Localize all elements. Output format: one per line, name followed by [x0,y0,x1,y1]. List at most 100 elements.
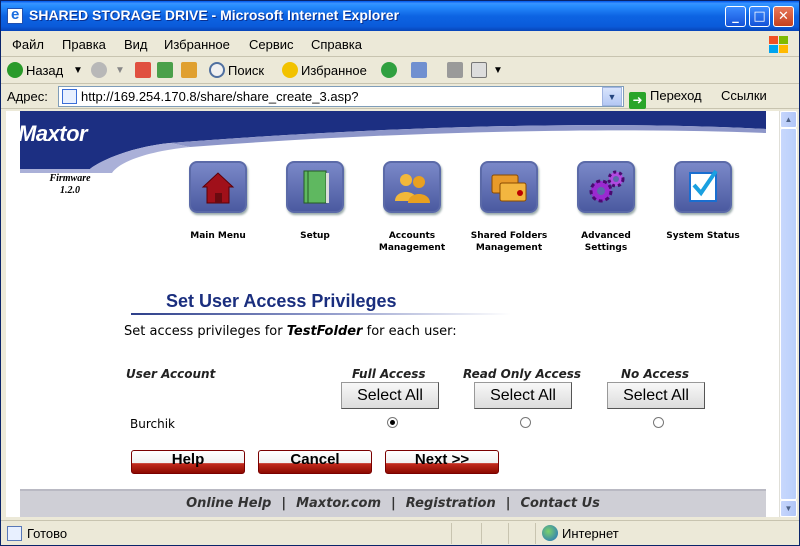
back-dropdown-icon[interactable]: ▼ [73,62,83,80]
go-button[interactable]: ➜ Переход [629,88,702,109]
desc-suffix: for each user: [366,324,457,339]
nav-advanced-settings[interactable]: Advanced Settings [566,161,646,254]
status-text: Готово [27,526,68,541]
address-dropdown-icon[interactable]: ▼ [602,87,622,106]
address-input[interactable]: http://169.254.170.8/share/share_create_… [58,86,624,107]
close-button[interactable]: ✕ [773,6,794,27]
search-button[interactable]: Поиск [209,62,264,80]
select-all-full-access-button[interactable]: Select All [341,382,439,409]
ie-icon [7,6,23,24]
footer-separator: | [505,496,511,511]
minimize-button[interactable]: _ [725,6,746,27]
registration-link[interactable]: Registration [406,496,496,511]
menu-favorites[interactable]: Избранное [164,37,230,52]
print-icon [447,62,463,78]
menu-file[interactable]: Файл [12,37,44,52]
menu-view[interactable]: Вид [124,37,148,52]
nav-setup[interactable]: Setup [275,161,355,242]
page-title: Set User Access Privileges [166,291,397,311]
no-access-radio[interactable] [653,417,664,428]
edit-dropdown-icon[interactable]: ▼ [493,62,503,80]
status-divider [508,523,509,544]
menu-tools[interactable]: Сервис [249,37,294,52]
footer-separator: | [391,496,396,511]
status-divider [451,523,452,544]
maxtor-logo: Maxtor [18,121,88,146]
folders-icon [480,161,538,213]
print-button[interactable] [447,62,466,80]
back-arrow-icon [7,62,23,78]
globe-icon [542,525,558,541]
go-label: Переход [650,88,702,103]
users-icon [383,161,441,213]
next-button[interactable]: Next >> [385,450,499,474]
toolbar: Назад ▼ ▼ Поиск Избранное ▼ [1,58,799,84]
forward-dropdown-icon[interactable]: ▼ [115,62,125,80]
nav-label: Advanced Settings [581,231,631,253]
window-title: SHARED STORAGE DRIVE - Microsoft Interne… [29,7,400,23]
home-button[interactable] [181,62,200,80]
status-bar: Готово Интернет [1,520,799,545]
select-all-read-only-button[interactable]: Select All [474,382,572,409]
stop-button[interactable] [135,62,154,80]
no-access-header: No Access [621,367,690,381]
maxtor-link[interactable]: Maxtor.com [296,496,381,511]
full-access-radio[interactable] [387,417,398,428]
user-account-header: User Account [126,367,216,381]
refresh-button[interactable] [157,62,176,80]
full-access-header: Full Access [352,367,426,381]
scroll-up-icon[interactable]: ▲ [780,111,797,128]
cancel-button[interactable]: Cancel [258,450,372,474]
menu-bar: Файл Правка Вид Избранное Сервис Справка [1,31,799,57]
contact-us-link[interactable]: Contact Us [520,496,599,511]
scroll-thumb[interactable] [780,128,797,500]
media-icon [381,62,397,78]
nav-label: Shared Folders Management [470,231,548,253]
select-all-no-access-button[interactable]: Select All [607,382,705,409]
menu-edit[interactable]: Правка [62,37,106,52]
vertical-scrollbar[interactable]: ▲ ▼ [779,111,797,517]
scroll-down-icon[interactable]: ▼ [780,500,797,517]
back-button[interactable]: Назад [7,62,63,80]
book-icon [286,161,344,213]
footer-separator: | [281,496,287,511]
firmware-label: Firmware [49,173,91,184]
maximize-button[interactable]: □ [749,6,770,27]
house-icon [189,161,247,213]
menu-help[interactable]: Справка [311,37,362,52]
title-bar[interactable]: SHARED STORAGE DRIVE - Microsoft Interne… [1,1,799,31]
firmware-info: Firmware 1.2.0 [20,173,120,197]
edit-button[interactable] [471,62,490,80]
address-url: http://169.254.170.8/share/share_create_… [81,89,359,104]
security-zone: Интернет [535,523,795,544]
desc-prefix: Set access privileges for [124,324,283,339]
status-divider [481,523,482,544]
nav-label: Main Menu [190,231,246,241]
media-button[interactable] [381,62,400,80]
forward-button[interactable] [91,62,110,80]
stop-icon [135,62,151,78]
firmware-version: 1.2.0 [60,185,80,196]
nav-label: System Status [666,231,740,241]
help-button[interactable]: Help [131,450,245,474]
help-label: Help [171,451,205,468]
mail-button[interactable] [411,62,430,80]
windows-logo-icon [767,34,789,54]
nav-shared-folders-management[interactable]: Shared Folders Management [469,161,549,254]
read-only-radio[interactable] [520,417,531,428]
nav-accounts-management[interactable]: Accounts Management [372,161,452,254]
online-help-link[interactable]: Online Help [186,496,271,511]
footer-links: Online Help | Maxtor.com | Registration | Cont… [20,489,766,517]
nav-system-status[interactable]: System Status [663,161,743,242]
folder-name: TestFolder [286,324,363,339]
cancel-label: Cancel [290,451,340,468]
edit-icon [471,62,487,78]
favorites-button[interactable]: Избранное [282,62,367,80]
nav-main-menu[interactable]: Main Menu [178,161,258,242]
page-content: Maxtor Firmware 1.2.0 Main Menu Setup Ac… [6,111,779,517]
address-label: Адрес: [7,89,48,104]
forward-arrow-icon [91,62,107,78]
links-button[interactable]: Ссылки [721,88,767,103]
page-status-icon [7,526,22,541]
nav-label: Setup [300,231,330,241]
